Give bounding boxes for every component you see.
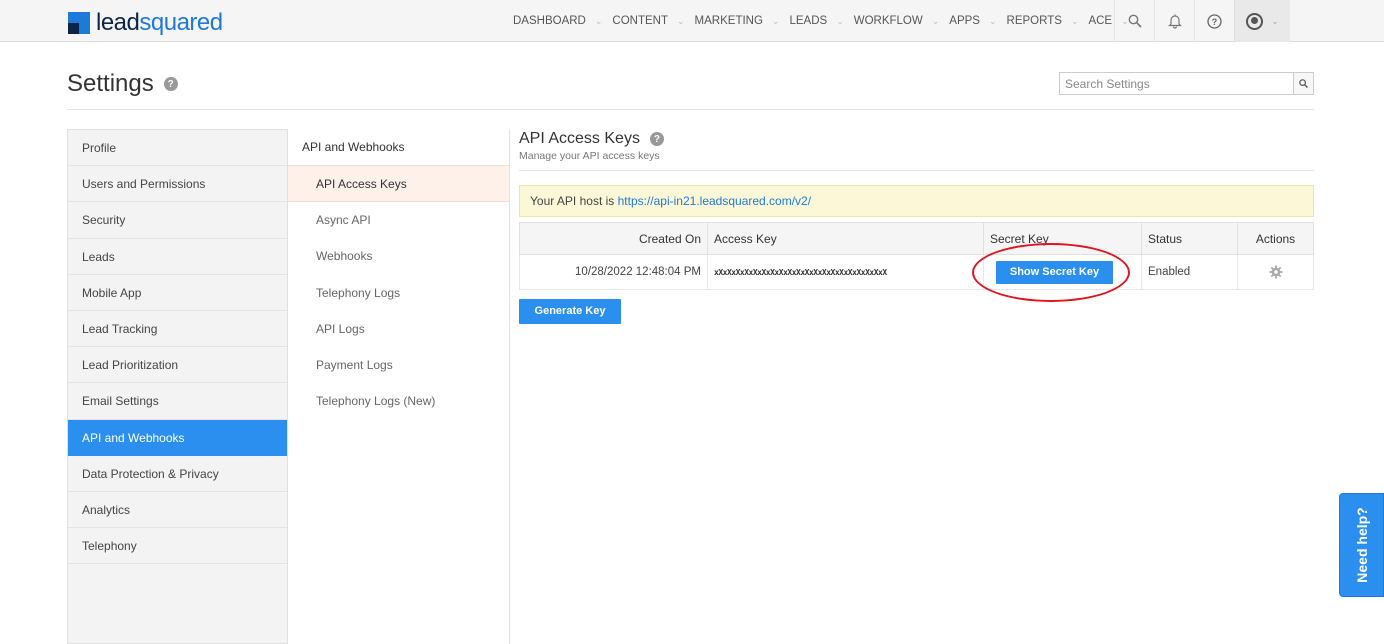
help-icon[interactable]: ? bbox=[649, 132, 664, 146]
api-keys-panel: API Access Keys ? Manage your API access… bbox=[519, 130, 1314, 324]
leadsquared-logo[interactable]: leadsquared bbox=[68, 9, 223, 37]
sidebar-item-mobile-app[interactable]: Mobile App bbox=[68, 275, 287, 311]
col-status: Status bbox=[1141, 222, 1238, 255]
chevron-down-icon: ⌄ bbox=[1271, 15, 1279, 26]
logo-icon bbox=[68, 12, 90, 34]
nav-workflow[interactable]: WORKFLOW ⌄ bbox=[849, 0, 945, 42]
sidebar-item-leads[interactable]: Leads bbox=[68, 239, 287, 275]
sidebar-item-users-and-permissions[interactable]: Users and Permissions bbox=[68, 166, 287, 203]
nav-icon-group: ? ⌄ bbox=[1114, 0, 1290, 42]
section-title: API Access Keys ? bbox=[519, 130, 1314, 148]
api-host-label: Your API host is bbox=[530, 194, 618, 208]
actions-cell bbox=[1237, 254, 1314, 290]
nav-leads[interactable]: LEADS ⌄ bbox=[784, 0, 848, 42]
search-icon[interactable] bbox=[1114, 0, 1154, 42]
sidebar-item-security[interactable]: Security bbox=[68, 202, 287, 239]
submenu-item-webhooks[interactable]: Webhooks bbox=[288, 238, 509, 274]
nav-reports[interactable]: REPORTS ⌄ bbox=[1002, 0, 1084, 42]
sidebar-item-lead-tracking[interactable]: Lead Tracking bbox=[68, 311, 287, 348]
divider bbox=[67, 109, 1314, 110]
nav-dashboard[interactable]: DASHBOARD ⌄ bbox=[508, 0, 607, 42]
help-icon[interactable]: ? bbox=[163, 77, 178, 91]
settings-sidebar: Profile Users and Permissions Security L… bbox=[67, 129, 288, 644]
show-secret-key-button[interactable]: Show Secret Key bbox=[996, 260, 1113, 284]
submenu-item-api-access-keys[interactable]: API Access Keys bbox=[288, 166, 509, 203]
submenu-heading: API and Webhooks bbox=[288, 129, 509, 166]
sidebar-item-api-and-webhooks[interactable]: API and Webhooks bbox=[68, 419, 287, 456]
chevron-down-icon: ⌄ bbox=[836, 15, 844, 26]
chevron-down-icon: ⌄ bbox=[988, 15, 997, 26]
main-nav: DASHBOARD ⌄ CONTENT ⌄ MARKETING ⌄ LEADS ⌄ WO… bbox=[508, 0, 1134, 42]
generate-key-button[interactable]: Generate Key bbox=[519, 299, 621, 324]
submenu-item-async-api[interactable]: Async API bbox=[288, 202, 509, 238]
status-cell: Enabled bbox=[1141, 254, 1238, 290]
help-icon[interactable]: ? bbox=[1194, 0, 1234, 42]
secret-key-cell: Show Secret Key bbox=[972, 243, 1142, 302]
logo-text: leadsquared bbox=[96, 9, 223, 36]
sidebar-item-analytics[interactable]: Analytics bbox=[68, 492, 287, 529]
search-input[interactable] bbox=[1060, 73, 1293, 94]
need-help-tab[interactable]: Need help? bbox=[1339, 493, 1384, 597]
chevron-down-icon: ⌄ bbox=[771, 15, 780, 26]
table-row: 10/28/2022 12:48:04 PM xXxXxXxXxXxXxXxXx… bbox=[519, 243, 1314, 302]
sidebar-item-email-settings[interactable]: Email Settings bbox=[68, 383, 287, 420]
user-menu[interactable]: ⌄ bbox=[1234, 0, 1290, 42]
svg-text:?: ? bbox=[1212, 17, 1218, 27]
nav-content[interactable]: CONTENT ⌄ bbox=[607, 0, 689, 42]
submenu-item-api-logs[interactable]: API Logs bbox=[288, 311, 509, 347]
chevron-down-icon: ⌄ bbox=[594, 15, 603, 26]
page-title: Settings ? bbox=[67, 70, 178, 98]
submenu-item-telephony-logs[interactable]: Telephony Logs bbox=[288, 275, 509, 311]
created-on-cell: 10/28/2022 12:48:04 PM bbox=[519, 254, 708, 290]
table-header-row: Created On Access Key Secret Key Status … bbox=[519, 222, 1314, 255]
need-help-label: Need help? bbox=[1353, 507, 1370, 583]
sidebar-item-lead-prioritization[interactable]: Lead Prioritization bbox=[68, 347, 287, 384]
sidebar-item-telephony[interactable]: Telephony bbox=[68, 528, 287, 565]
search-icon[interactable] bbox=[1293, 73, 1313, 94]
col-actions: Actions bbox=[1237, 222, 1314, 255]
nav-apps[interactable]: APPS ⌄ bbox=[944, 0, 1001, 42]
gear-icon[interactable] bbox=[1268, 265, 1283, 279]
top-navbar: leadsquared DASHBOARD ⌄ CONTENT ⌄ MARKETIN… bbox=[0, 0, 1384, 42]
sidebar-item-data-protection[interactable]: Data Protection & Privacy bbox=[68, 456, 287, 492]
submenu-item-payment-logs[interactable]: Payment Logs bbox=[288, 347, 509, 383]
bell-icon[interactable] bbox=[1154, 0, 1194, 42]
api-host-link[interactable]: https://api-in21.leadsquared.com/v2/ bbox=[618, 194, 811, 208]
api-submenu: API and Webhooks API Access Keys Async A… bbox=[288, 129, 510, 644]
settings-search bbox=[1059, 72, 1314, 95]
col-created-on: Created On bbox=[519, 222, 708, 255]
submenu-item-telephony-logs-new[interactable]: Telephony Logs (New) bbox=[288, 383, 509, 419]
user-icon bbox=[1246, 12, 1264, 30]
divider bbox=[519, 170, 1314, 171]
col-access-key: Access Key bbox=[707, 222, 984, 255]
col-secret-key: Secret Key bbox=[983, 222, 1142, 255]
nav-marketing[interactable]: MARKETING ⌄ bbox=[690, 0, 785, 42]
sidebar-item-profile[interactable]: Profile bbox=[68, 130, 287, 167]
access-key-cell: xXxXxXxXxXxXxXxXxXxXxXxXxXxXxXxXxXxXxXxX bbox=[707, 254, 984, 290]
chevron-down-icon: ⌄ bbox=[1070, 15, 1079, 26]
api-keys-table: Created On Access Key Secret Key Status … bbox=[519, 222, 1314, 302]
chevron-down-icon: ⌄ bbox=[677, 15, 685, 26]
api-host-banner: Your API host is https://api-in21.leadsq… bbox=[519, 185, 1314, 217]
chevron-down-icon: ⌄ bbox=[931, 15, 940, 26]
section-subtitle: Manage your API access keys bbox=[519, 150, 660, 162]
